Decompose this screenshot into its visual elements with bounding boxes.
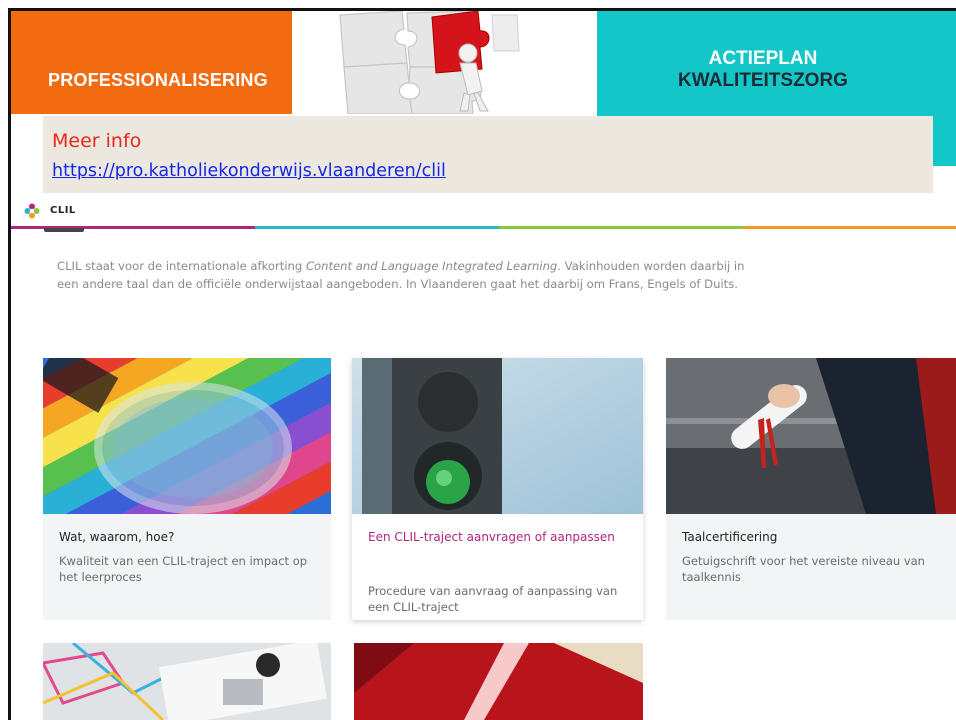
magnifying-glass-image — [43, 358, 331, 514]
card-title: Een CLIL-traject aanvragen of aanpassen — [368, 530, 615, 544]
professionalisering-banner: PROFESSIONALISERING — [11, 11, 292, 114]
traffic-light-photo — [352, 358, 643, 514]
diploma-image — [666, 358, 956, 514]
red-book-photo — [354, 643, 643, 720]
card-title: Wat, waarom, hoe? — [59, 530, 175, 544]
accent-line-green — [499, 226, 743, 229]
card-description: Procedure van aanvraag of aanpassing van… — [368, 584, 618, 614]
meer-info-box: Meer info https://pro.katholiekonderwijs… — [43, 116, 933, 193]
accent-line-orange — [743, 226, 956, 229]
actieplan-title: ACTIEPLAN — [708, 48, 818, 69]
office-image — [43, 643, 331, 720]
card-book[interactable] — [354, 643, 643, 720]
card-taalcertificering[interactable]: Taalcertificering Getuigschrift voor het… — [666, 358, 956, 620]
meer-info-label: Meer info — [52, 130, 142, 152]
intro-emphasis: Content and Language Integrated Learning — [305, 259, 558, 273]
slide-frame-left — [8, 8, 11, 720]
card-office[interactable] — [43, 643, 331, 720]
clil-logo-icon — [24, 203, 40, 219]
card-clil-traject-aanvragen[interactable]: Een CLIL-traject aanvragen of aanpassen … — [352, 358, 643, 620]
cropped-heading — [44, 228, 84, 232]
card-description: Getuigschrift voor het vereiste niveau v… — [682, 554, 925, 584]
kwaliteitszorg-title: KWALITEITSZORG — [678, 70, 848, 91]
diploma-photo — [666, 358, 956, 514]
clil-intro-text: CLIL staat voor de internationale afkort… — [57, 258, 767, 293]
card-wat-waarom-hoe[interactable]: Wat, waarom, hoe? Kwaliteit van een CLIL… — [43, 358, 331, 620]
card-description: Kwaliteit van een CLIL-traject en impact… — [59, 554, 308, 584]
puzzle-illustration — [292, 11, 597, 114]
office-people-photo — [43, 643, 331, 720]
professionalisering-title: PROFESSIONALISERING — [48, 70, 268, 90]
traffic-light-image — [352, 358, 643, 514]
puzzle-graphic — [339, 11, 520, 114]
accent-line-teal — [255, 226, 499, 229]
book-image — [354, 643, 643, 720]
clil-header: CLIL — [11, 193, 956, 228]
intro-text-part: CLIL staat voor de internationale afkort… — [57, 259, 306, 273]
magnifying-glass-photo — [43, 358, 331, 514]
clil-section-name: CLIL — [50, 205, 76, 216]
card-title: Taalcertificering — [682, 530, 778, 544]
clil-link[interactable]: https://pro.katholiekonderwijs.vlaandere… — [52, 161, 446, 181]
